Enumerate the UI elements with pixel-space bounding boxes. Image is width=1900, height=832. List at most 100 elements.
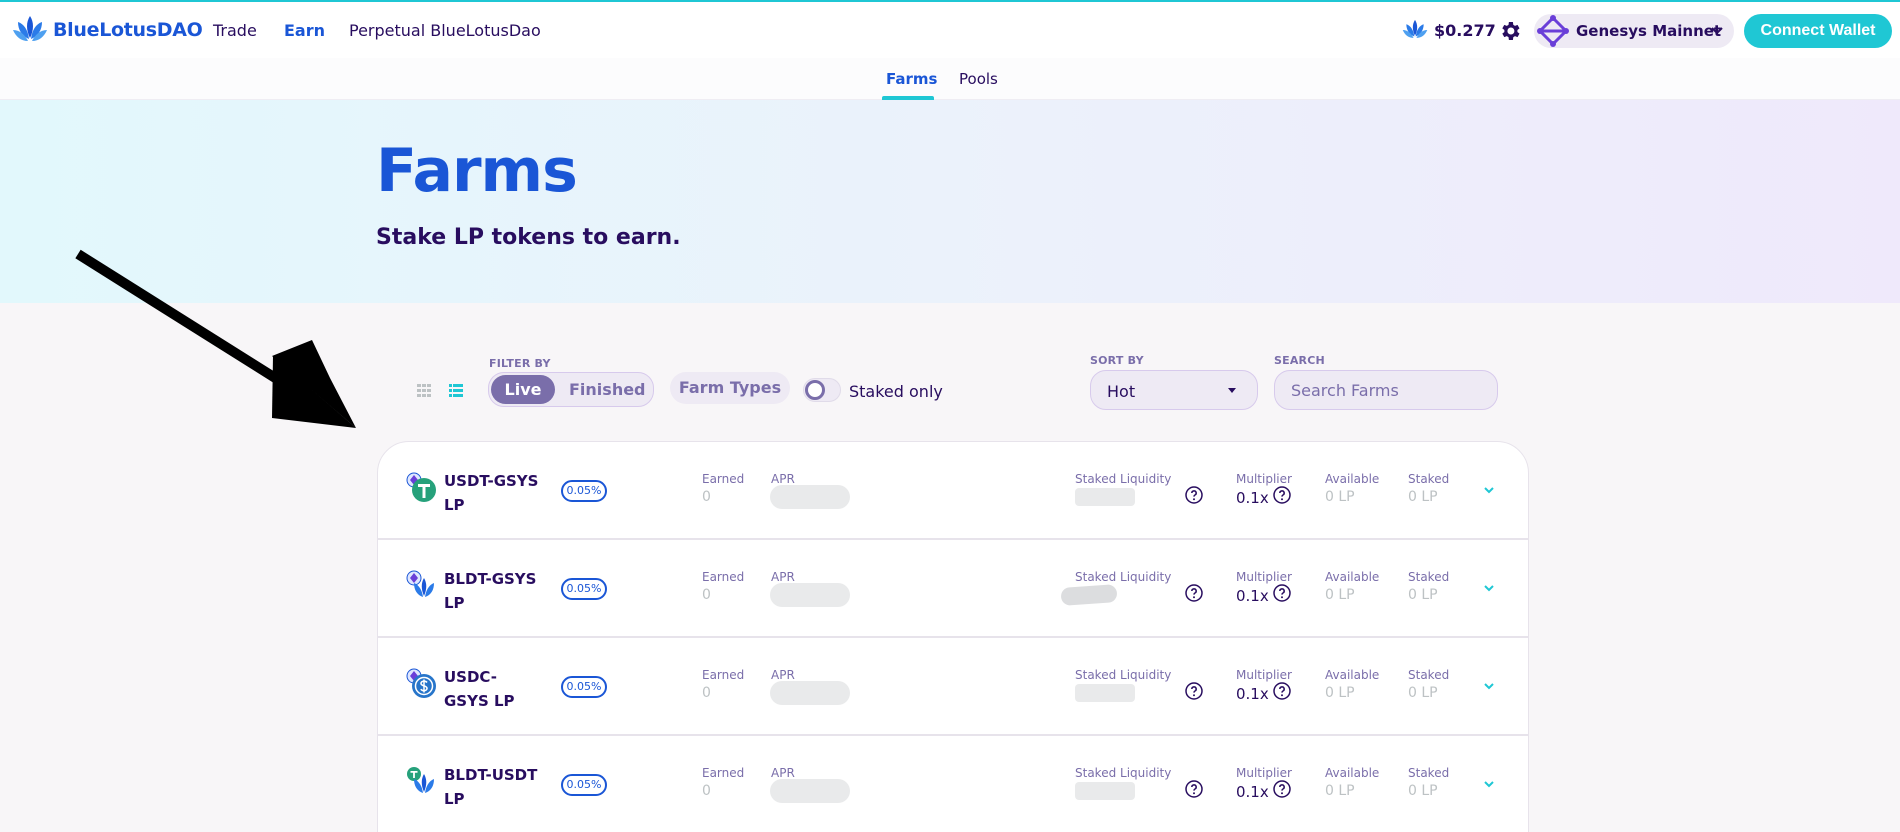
multiplier-label: Multiplier (1236, 766, 1292, 780)
gear-icon[interactable] (1498, 19, 1522, 43)
farms-table: USDT-GSYS LP 0.05% Earned 0 APR Staked L… (377, 441, 1529, 832)
staked-liquidity-label: Staked Liquidity (1075, 766, 1172, 780)
earn-subnav: Farms Pools (0, 58, 1900, 100)
staked-liquidity-label: Staked Liquidity (1075, 668, 1172, 682)
connect-wallet-button[interactable]: Connect Wallet (1744, 14, 1892, 48)
help-icon[interactable] (1273, 682, 1291, 700)
chevron-down-icon (1711, 27, 1723, 35)
lotus-icon (407, 767, 434, 793)
tab-pools[interactable]: Pools (959, 70, 998, 88)
available-label: Available (1325, 472, 1380, 486)
sort-by-label: SORT BY (1090, 354, 1144, 367)
earned-value: 0 (702, 783, 711, 799)
liquidity-skeleton (1075, 684, 1135, 702)
apr-skeleton (770, 779, 850, 803)
pointer-arrow-icon (75, 249, 356, 428)
farm-row[interactable]: USDT-GSYS LP 0.05% Earned 0 APR Staked L… (378, 442, 1528, 540)
tab-farms[interactable]: Farms (886, 70, 937, 88)
apr-label: APR (771, 668, 795, 682)
fee-badge: 0.05% (561, 676, 607, 698)
help-icon[interactable] (1185, 682, 1203, 700)
available-value: 0 LP (1325, 685, 1355, 701)
finished-tab[interactable]: Finished (569, 375, 646, 404)
token-price[interactable]: $0.277 (1402, 18, 1496, 42)
earned-value: 0 (702, 685, 711, 701)
earned-label: Earned (702, 472, 745, 486)
sort-select[interactable]: Hot (1090, 370, 1258, 410)
earned-value: 0 (702, 489, 711, 505)
earned-label: Earned (702, 766, 745, 780)
live-finished-toggle: Live Finished (488, 372, 654, 407)
help-icon[interactable] (1273, 486, 1291, 504)
brand-name: BlueLotusDAO (53, 19, 203, 41)
staked-value: 0 LP (1408, 587, 1438, 603)
page-title: Farms (376, 136, 578, 206)
chevron-down-icon[interactable] (1482, 583, 1496, 593)
staked-liquidity-label: Staked Liquidity (1075, 472, 1172, 486)
token-price-value: $0.277 (1434, 20, 1496, 40)
available-value: 0 LP (1325, 489, 1355, 505)
earned-value: 0 (702, 587, 711, 603)
brand-logo[interactable]: BlueLotusDAO (12, 14, 203, 46)
available-label: Available (1325, 766, 1380, 780)
available-value: 0 LP (1325, 587, 1355, 603)
staked-only-toggle[interactable] (803, 378, 841, 402)
available-value: 0 LP (1325, 783, 1355, 799)
chevron-down-icon[interactable] (1482, 779, 1496, 789)
staked-liquidity-label: Staked Liquidity (1075, 570, 1172, 584)
top-navbar: BlueLotusDAO Trade Earn Perpetual BlueLo… (0, 0, 1900, 58)
staked-value: 0 LP (1408, 783, 1438, 799)
help-icon[interactable] (1273, 584, 1291, 602)
nav-trade[interactable]: Trade (213, 21, 257, 40)
nav-perpetual[interactable]: Perpetual BlueLotusDao (349, 21, 541, 40)
help-icon[interactable] (1185, 486, 1203, 504)
farm-row[interactable]: BLDT-USDT LP 0.05% Earned 0 APR Staked L… (378, 736, 1528, 832)
liquidity-skeleton (1075, 488, 1135, 506)
live-tab[interactable]: Live (491, 375, 555, 404)
staked-label: Staked (1408, 472, 1450, 486)
apr-skeleton (770, 681, 850, 705)
farm-row[interactable]: BLDT-GSYS LP 0.05% Earned 0 APR Staked L… (378, 540, 1528, 638)
multiplier-label: Multiplier (1236, 668, 1292, 682)
chevron-down-icon[interactable] (1482, 485, 1496, 495)
farm-pair-name: BLDT-GSYS LP (444, 570, 537, 612)
search-label: SEARCH (1274, 354, 1325, 367)
multiplier-value: 0.1x (1236, 489, 1269, 507)
apr-label: APR (771, 570, 795, 584)
fee-badge: 0.05% (561, 578, 607, 600)
multiplier-value: 0.1x (1236, 685, 1269, 703)
farm-types-button[interactable]: Farm Types (670, 372, 790, 404)
apr-skeleton (770, 583, 850, 607)
tether-icon (406, 472, 436, 502)
staked-only-label: Staked only (849, 382, 943, 401)
farm-pair-name: BLDT-USDT LP (444, 766, 538, 808)
staked-value: 0 LP (1408, 489, 1438, 505)
network-selector[interactable]: Genesys Mainnet (1534, 14, 1734, 48)
lotus-logo-icon (13, 16, 47, 41)
page-subtitle: Stake LP tokens to earn. (376, 225, 681, 250)
help-icon[interactable] (1185, 780, 1203, 798)
network-name: Genesys Mainnet (1576, 22, 1722, 40)
chevron-down-icon[interactable] (1482, 681, 1496, 691)
earned-label: Earned (702, 570, 745, 584)
staked-label: Staked (1408, 570, 1450, 584)
available-label: Available (1325, 570, 1380, 584)
fee-badge: 0.05% (561, 774, 607, 796)
multiplier-value: 0.1x (1236, 783, 1269, 801)
liquidity-skeleton (1060, 584, 1118, 606)
multiplier-label: Multiplier (1236, 570, 1292, 584)
multiplier-label: Multiplier (1236, 472, 1292, 486)
multiplier-value: 0.1x (1236, 587, 1269, 605)
farm-row[interactable]: USDC-GSYS LP 0.05% Earned 0 APR Staked L… (378, 638, 1528, 736)
farm-pair-name: USDC-GSYS LP (444, 668, 515, 710)
staked-label: Staked (1408, 766, 1450, 780)
help-icon[interactable] (1185, 584, 1203, 602)
usdc-icon (406, 668, 436, 698)
help-icon[interactable] (1273, 780, 1291, 798)
lotus-price-icon (1402, 19, 1428, 38)
search-input[interactable] (1274, 370, 1498, 410)
list-view-icon[interactable] (448, 382, 464, 398)
earned-label: Earned (702, 668, 745, 682)
nav-earn[interactable]: Earn (284, 21, 325, 40)
card-view-icon[interactable] (416, 382, 432, 398)
